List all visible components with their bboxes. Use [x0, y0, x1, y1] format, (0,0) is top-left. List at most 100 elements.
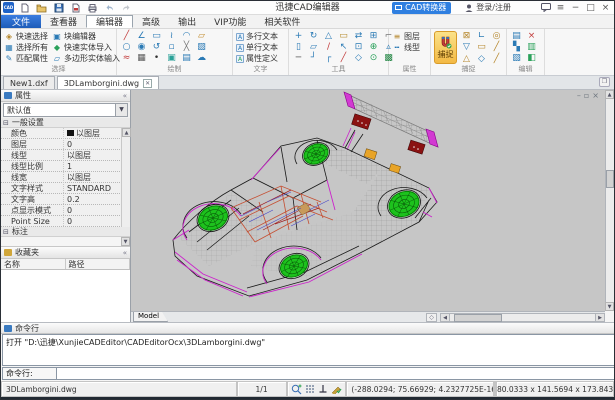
login-register-button[interactable]: 登录/注册	[465, 2, 511, 13]
collapse-panel-icon[interactable]: «	[123, 92, 127, 100]
restore-window-icon[interactable]: ❐	[599, 77, 610, 87]
scale-icon[interactable]: ▭	[337, 31, 350, 42]
tab-editor[interactable]: 编辑器	[86, 15, 134, 28]
delete-icon[interactable]: ×	[525, 31, 538, 42]
ray-icon[interactable]: ∠	[135, 31, 148, 42]
area-icon[interactable]: ⊙	[367, 53, 380, 64]
mdi-window-controls[interactable]: –▫×	[577, 91, 602, 100]
hatch-icon[interactable]: ▨	[195, 42, 208, 53]
arc-icon[interactable]: ◠	[180, 31, 193, 42]
block-icon[interactable]: ▫	[165, 42, 178, 53]
image-icon[interactable]: ▱	[195, 31, 208, 42]
snap-tangent-icon[interactable]: ╱	[490, 54, 503, 65]
doc-tab-new1[interactable]: New1.dxf	[3, 76, 55, 89]
horizontal-scroll-thumb[interactable]	[454, 313, 502, 322]
model-canvas[interactable]: –▫×	[131, 90, 605, 311]
model-tab[interactable]: Model	[133, 312, 168, 322]
rotate-icon[interactable]: ↻	[307, 31, 320, 42]
extend-icon[interactable]: ↖	[337, 42, 350, 53]
paste-special-icon[interactable]: ◧	[525, 53, 538, 64]
quick-select[interactable]: ◈ 快速选择	[4, 31, 50, 42]
scroll-up-icon[interactable]: ▲	[605, 90, 614, 99]
snap-quadrant-icon[interactable]: ◇	[475, 54, 488, 65]
property-row[interactable]: 颜色 以图层	[1, 127, 130, 139]
tab-vip[interactable]: VIP功能	[205, 15, 255, 28]
favorites-col-path[interactable]: 路径	[66, 259, 130, 269]
block-editor[interactable]: ▣ 块编辑器	[52, 31, 120, 42]
tab-advanced[interactable]: 高级	[133, 15, 169, 28]
scroll-left-icon[interactable]: ◀	[440, 312, 450, 322]
collapse-section-icon[interactable]: ⊟	[3, 119, 9, 127]
snap-intersection-icon[interactable]: △	[460, 54, 473, 65]
snap-center-icon[interactable]: ◎	[490, 31, 503, 42]
join-icon[interactable]: ⊡	[352, 42, 365, 53]
move-icon[interactable]: +	[292, 31, 305, 42]
command-history[interactable]: 打开 "D:\迅捷\XunjieCADEditor\CADEditorOcx\3…	[2, 334, 614, 366]
mtext[interactable]: A 多行文本	[236, 31, 285, 42]
corner-icon[interactable]: ┌	[322, 53, 335, 64]
print-icon[interactable]	[86, 2, 99, 14]
copy-with-base-icon[interactable]: ▧	[510, 53, 523, 64]
tab-output[interactable]: 输出	[169, 15, 205, 28]
xline-icon[interactable]: ╳	[180, 42, 193, 53]
select-all[interactable]: ▦ 选择所有	[4, 42, 50, 53]
cad-converter-button[interactable]: CAD转换器	[392, 1, 452, 14]
tab-related-software[interactable]: 相关软件	[255, 15, 309, 28]
property-row[interactable]: 线型 以图层	[1, 149, 130, 161]
favorites-list[interactable]	[1, 270, 130, 322]
vertical-scrollbar[interactable]: ▲ ▼	[605, 90, 614, 311]
tab-viewer[interactable]: 查看器	[41, 15, 86, 28]
section-general-settings[interactable]: ⊟ 一般设置	[1, 118, 130, 128]
property-row[interactable]: 图层 0	[1, 139, 130, 150]
snap-endpoint-icon[interactable]: ⊠	[460, 31, 473, 42]
cut-icon[interactable]: ▚	[510, 42, 523, 53]
snap-midpoint-icon[interactable]: ▽	[460, 42, 473, 53]
point-icon[interactable]: •	[150, 53, 163, 64]
attribute-definition[interactable]: A 属性定义	[236, 53, 285, 64]
scroll-down-icon[interactable]: ▼	[121, 237, 130, 246]
zoom-extents-icon[interactable]	[291, 384, 302, 395]
collapse-section-icon[interactable]: ⊟	[3, 228, 9, 236]
command-input[interactable]	[56, 367, 614, 380]
horizontal-scrollbar[interactable]	[450, 312, 595, 322]
property-row[interactable]: 文字高 0.2	[1, 194, 130, 205]
snap-button[interactable]: 捕捉	[434, 31, 457, 64]
snap-nearest-icon[interactable]: ╱	[490, 42, 503, 53]
polyline-icon[interactable]: ≀	[165, 31, 178, 42]
snap-node-icon[interactable]: ▭	[475, 42, 488, 53]
fillet-icon[interactable]: ┘	[307, 53, 320, 64]
align-icon[interactable]: ▱	[307, 42, 320, 53]
menu-icon[interactable]: ≡	[554, 2, 567, 14]
minimize-button[interactable]: −	[569, 2, 582, 14]
mirror-icon[interactable]: △	[322, 31, 335, 42]
collapse-panel-icon[interactable]: «	[123, 249, 127, 257]
property-row[interactable]: 线宽 以图层	[1, 171, 130, 183]
table-icon[interactable]: ▦	[135, 53, 148, 64]
revcloud-icon[interactable]: ↺	[150, 42, 163, 53]
redo-icon[interactable]	[120, 2, 133, 14]
section-dimension[interactable]: ⊟ 标注	[1, 227, 130, 237]
donut-icon[interactable]: ◉	[135, 42, 148, 53]
property-row[interactable]: Point Size 0	[1, 216, 130, 227]
scroll-right-icon[interactable]: ▶	[595, 312, 605, 322]
property-row[interactable]: 文字样式 STANDARD	[1, 183, 130, 194]
selection-filter-dropdown[interactable]: 默认值 ▼	[3, 103, 128, 117]
break-icon[interactable]: /	[322, 42, 335, 53]
export-pdf-icon[interactable]	[69, 2, 82, 14]
ortho-toggle-icon[interactable]	[318, 384, 328, 394]
favorites-col-name[interactable]: 名称	[1, 259, 66, 269]
match-properties[interactable]: ✎ 匹配属性	[4, 53, 50, 64]
region-icon[interactable]: ▣	[165, 53, 178, 64]
vertical-scroll-thumb[interactable]	[606, 170, 614, 188]
paste-icon[interactable]: ▤	[510, 31, 523, 42]
divide-icon[interactable]: ╱	[337, 53, 350, 64]
open-file-icon[interactable]	[35, 2, 48, 14]
layers[interactable]: ≡ 图层	[392, 31, 427, 42]
explode-icon[interactable]: ◇	[352, 53, 365, 64]
property-row[interactable]: 线型比例 1	[1, 161, 130, 172]
dropdown-arrow-icon[interactable]: ▼	[115, 104, 127, 116]
draft-mode-icon[interactable]	[331, 384, 342, 394]
grid-icon[interactable]: ▤	[180, 53, 193, 64]
line-icon[interactable]: ╱	[120, 31, 133, 42]
doc-tab-lamborgini[interactable]: 3DLamborgini.dwg ✕	[56, 76, 160, 89]
